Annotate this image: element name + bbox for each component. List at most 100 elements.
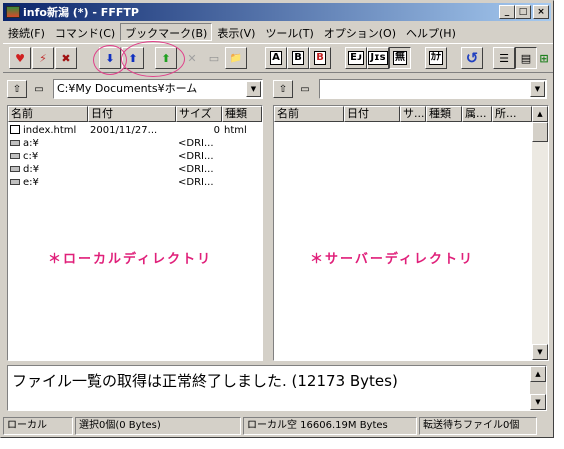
open-folder-icon: ▭: [300, 83, 310, 95]
ascii-mode-button[interactable]: A: [265, 47, 287, 69]
kanji-jis-button[interactable]: Jɪs: [367, 47, 389, 69]
scroll-up-button[interactable]: ▲: [530, 366, 546, 382]
file-row[interactable]: index.html 2001/11/27... 0 html: [8, 124, 262, 137]
folder-up-icon: ⇧: [12, 83, 22, 95]
remote-vertical-scrollbar[interactable]: ▲ ▼: [532, 106, 548, 360]
column-header-owner[interactable]: 所...: [492, 106, 532, 122]
document-icon: [10, 125, 20, 134]
upload-arrow-icon: ⬆: [128, 51, 138, 65]
binary-mode-button[interactable]: B: [287, 47, 309, 69]
detail-view-icon: ▤: [520, 51, 532, 65]
column-header-date[interactable]: 日付: [344, 106, 400, 122]
app-icon[interactable]: [6, 6, 20, 18]
title-bar[interactable]: info新潟 (*) - FFFTP _ □ ×: [3, 3, 551, 21]
kanji-none-button[interactable]: 無: [389, 47, 411, 69]
combo-dropdown-arrow[interactable]: ▼: [246, 81, 261, 97]
kanji-none-icon: 無: [393, 51, 407, 65]
rename-button[interactable]: ▭: [203, 47, 225, 69]
status-free-space: ローカル空 16606.19M Bytes: [243, 417, 417, 435]
menu-connect[interactable]: 接続(F): [3, 23, 50, 41]
file-date: [88, 176, 176, 189]
list-view-icon: ☰: [499, 51, 509, 65]
menu-bar: 接続(F) コマンド(C) ブックマーク(B) 表示(V) ツール(T) オプシ…: [3, 23, 461, 41]
column-header-date[interactable]: 日付: [88, 106, 176, 122]
file-name: e:¥: [23, 177, 39, 188]
remote-path-bar: ⇧ ▭ ▼: [273, 79, 549, 101]
mirror-upload-icon: ⬆: [161, 51, 171, 65]
ascii-mode-icon: A: [270, 51, 282, 65]
scroll-thumb[interactable]: [532, 122, 548, 142]
minimize-button[interactable]: _: [499, 5, 515, 19]
refresh-button[interactable]: ↺: [461, 47, 483, 69]
refresh-icon: ↺: [465, 49, 479, 67]
file-row[interactable]: d:¥ <DRI...: [8, 163, 262, 176]
make-directory-button[interactable]: 📁: [225, 47, 247, 69]
log-area[interactable]: ファイル一覧の取得は正常終了しました. (12173 Bytes) ▲ ▼: [7, 365, 547, 411]
detail-view-button[interactable]: ▤: [515, 47, 537, 69]
disconnect-icon: ✖: [61, 51, 71, 65]
local-up-folder-button[interactable]: ⇧: [7, 80, 27, 98]
file-date: 2001/11/27...: [90, 125, 158, 136]
remote-up-folder-button[interactable]: ⇧: [273, 80, 293, 98]
menu-view[interactable]: 表示(V): [212, 23, 260, 41]
close-button[interactable]: ×: [533, 5, 549, 19]
scroll-down-button[interactable]: ▼: [530, 394, 546, 410]
drive-icon: [10, 140, 20, 146]
column-header-name[interactable]: 名前: [274, 106, 344, 122]
local-file-list[interactable]: 名前 日付 サイズ 種類 index.html 2001/11/27... 0 …: [7, 105, 263, 361]
file-row[interactable]: c:¥ <DRI...: [8, 150, 262, 163]
app-window: info新潟 (*) - FFFTP _ □ × 接続(F) コマンド(C) ブ…: [0, 0, 554, 438]
rename-icon: ▭: [208, 51, 220, 65]
connect-button[interactable]: ♥: [9, 47, 31, 69]
file-size: <DRI...: [178, 164, 214, 175]
delete-button[interactable]: ✕: [181, 47, 203, 69]
drive-icon: [10, 179, 20, 185]
log-message: ファイル一覧の取得は正常終了しました. (12173 Bytes): [12, 372, 398, 390]
kanji-euc-button[interactable]: Eᴊ: [345, 47, 367, 69]
download-arrow-icon: ⬇: [105, 51, 115, 65]
file-row[interactable]: a:¥ <DRI...: [8, 137, 262, 150]
log-vertical-scrollbar[interactable]: ▲ ▼: [530, 366, 546, 410]
upload-button[interactable]: ⬆: [122, 47, 144, 69]
menu-bookmark[interactable]: ブックマーク(B): [120, 23, 213, 41]
binary-mode-icon: B: [292, 51, 304, 65]
column-header-name[interactable]: 名前: [8, 106, 88, 122]
auto-mode-button[interactable]: B: [309, 47, 331, 69]
kana-convert-button[interactable]: ｶﾅ: [425, 47, 447, 69]
column-header-type[interactable]: 種類: [426, 106, 462, 122]
scroll-up-button[interactable]: ▲: [532, 106, 548, 122]
scroll-down-button[interactable]: ▼: [532, 344, 548, 360]
file-date: [88, 137, 176, 150]
maximize-button[interactable]: □: [515, 5, 531, 19]
file-name: a:¥: [23, 138, 39, 149]
remote-path-combo[interactable]: ▼: [319, 79, 547, 99]
remote-file-list[interactable]: 名前 日付 サ... 種類 属... 所... ▲ ▼ ＊サーバーディレクトリ: [273, 105, 549, 361]
column-header-attributes[interactable]: 属...: [462, 106, 492, 122]
disconnect-button[interactable]: ✖: [55, 47, 77, 69]
quick-connect-button[interactable]: ⚡: [32, 47, 54, 69]
local-open-folder-button[interactable]: ▭: [29, 80, 49, 98]
file-type: html: [224, 125, 247, 136]
download-button[interactable]: ⬇: [99, 47, 121, 69]
local-path-combo[interactable]: C:¥My Documents¥ホーム ▼: [53, 79, 263, 99]
auto-mode-icon: B: [314, 51, 326, 65]
column-header-type[interactable]: 種類: [222, 106, 262, 122]
menu-tools[interactable]: ツール(T): [260, 23, 318, 41]
status-mode: ローカル: [3, 417, 73, 435]
menu-options[interactable]: オプション(O): [319, 23, 401, 41]
tree-view-button[interactable]: ⊞: [537, 47, 551, 69]
connect-icon: ♥: [15, 51, 25, 65]
column-header-size[interactable]: サイズ: [176, 106, 222, 122]
column-header-size[interactable]: サ...: [400, 106, 426, 122]
list-view-button[interactable]: ☰: [493, 47, 515, 69]
remote-open-folder-button[interactable]: ▭: [295, 80, 315, 98]
menu-help[interactable]: ヘルプ(H): [401, 23, 461, 41]
caption-buttons: _ □ ×: [499, 5, 549, 19]
delete-icon: ✕: [187, 51, 197, 65]
menu-command[interactable]: コマンド(C): [50, 23, 120, 41]
file-row[interactable]: e:¥ <DRI...: [8, 176, 262, 189]
file-size: 0: [213, 125, 220, 136]
combo-dropdown-arrow[interactable]: ▼: [530, 81, 545, 97]
file-date: [88, 163, 176, 176]
mirror-upload-button[interactable]: ⬆: [155, 47, 177, 69]
